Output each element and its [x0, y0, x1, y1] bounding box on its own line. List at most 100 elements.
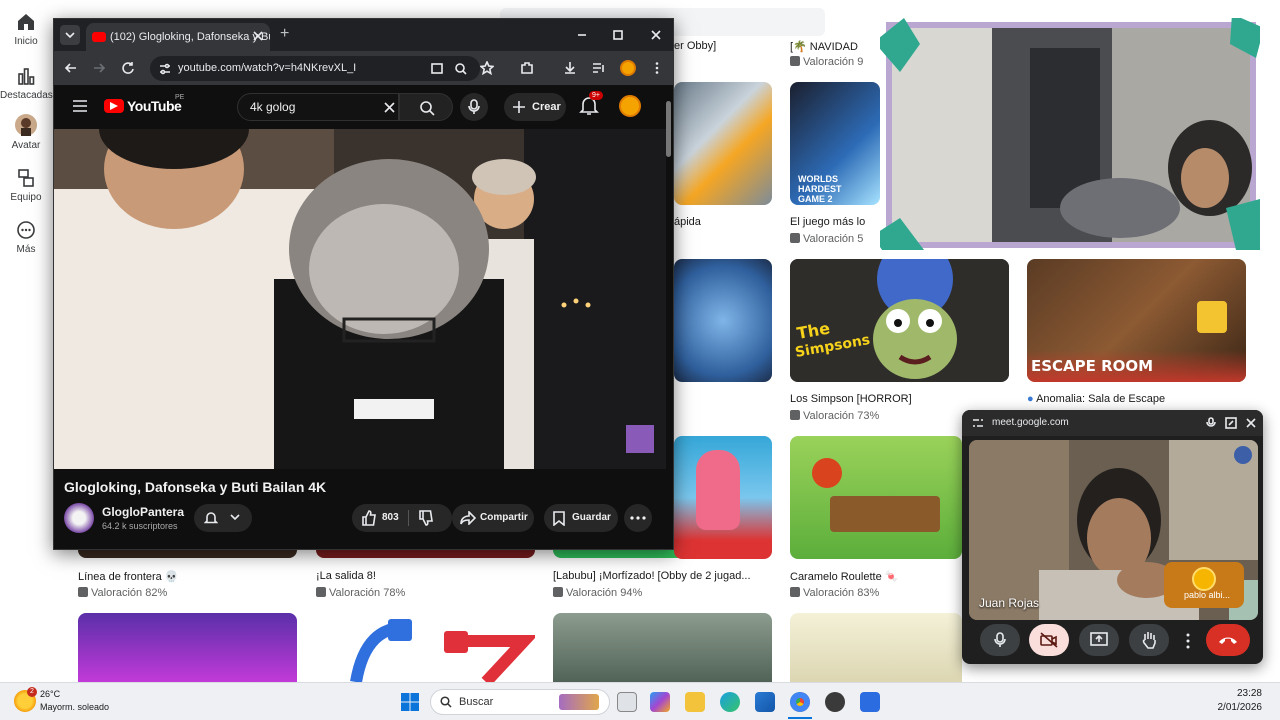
back-to-tab-icon[interactable] — [1225, 417, 1237, 429]
voice-search-button[interactable] — [460, 93, 488, 121]
maximize-icon[interactable] — [612, 29, 624, 41]
site-info-icon[interactable] — [158, 62, 172, 76]
sidebar-item-equipo[interactable]: Equipo — [0, 168, 52, 203]
hamburger-menu-icon[interactable] — [72, 99, 88, 113]
browser-tab[interactable]: (102) Glogloking, Dafonseka y Bu — [86, 23, 270, 51]
obs-icon[interactable] — [825, 692, 845, 712]
close-window-icon[interactable] — [650, 29, 662, 41]
task-view-icon[interactable] — [617, 692, 637, 712]
weather-condition[interactable]: Mayorm. soleado — [40, 702, 109, 712]
toggle-camera-button[interactable] — [1029, 624, 1069, 656]
youtube-header: YouTube PE 4k golog Crear 9+ — [54, 85, 673, 129]
youtube-search-input[interactable]: 4k golog — [237, 93, 399, 121]
camera-off-icon — [1040, 632, 1058, 648]
game-title: ● Anomalia: Sala de Escape — [1027, 393, 1166, 405]
participant-name: Juan Rojas — [979, 596, 1040, 610]
close-icon[interactable] — [1246, 418, 1256, 428]
windows-start-icon[interactable] — [400, 692, 420, 712]
sidebar-item-avatar[interactable]: Avatar — [0, 114, 52, 151]
sidebar-item-label: Equipo — [10, 192, 42, 203]
avatar-icon — [15, 114, 37, 136]
divider — [408, 510, 409, 526]
weather-temperature[interactable]: 26°C — [40, 689, 60, 699]
chevron-down-icon — [65, 32, 75, 39]
create-button[interactable]: Crear — [504, 93, 566, 121]
zoom-icon[interactable] — [454, 62, 468, 76]
youtube-favicon-icon — [92, 32, 106, 42]
game-title: ápida — [674, 216, 701, 228]
youtube-account-avatar[interactable] — [619, 95, 641, 117]
game-thumbnail[interactable] — [78, 613, 297, 682]
subscribe-bell-button[interactable] — [194, 504, 252, 532]
sidebar-item-destacadas[interactable]: Destacadas — [0, 66, 53, 101]
copilot-icon[interactable] — [650, 692, 670, 712]
youtube-search-button[interactable] — [399, 93, 453, 121]
reload-icon[interactable] — [121, 61, 135, 75]
browser-menu-icon[interactable] — [650, 61, 664, 75]
game-thumbnail[interactable]: ESCAPE ROOM — [1027, 259, 1246, 382]
file-explorer-icon[interactable] — [685, 692, 705, 712]
game-thumbnail[interactable] — [674, 259, 772, 382]
bookmark-star-icon[interactable] — [480, 61, 494, 75]
close-tab-icon[interactable] — [252, 30, 264, 42]
present-screen-button[interactable] — [1079, 624, 1119, 656]
edge-icon[interactable] — [720, 692, 740, 712]
game-thumbnail[interactable] — [316, 613, 535, 682]
game-thumbnail[interactable] — [674, 436, 772, 559]
more-horizontal-icon — [630, 516, 646, 520]
site-info-icon[interactable] — [972, 417, 984, 429]
thumbs-down-icon[interactable] — [418, 510, 434, 526]
search-icon — [420, 101, 435, 116]
game-thumbnail[interactable] — [553, 613, 772, 682]
back-icon[interactable] — [64, 61, 78, 75]
tab-search-button[interactable] — [60, 25, 80, 45]
end-call-button[interactable] — [1206, 624, 1250, 656]
home-icon — [18, 14, 34, 30]
media-control-icon[interactable] — [592, 61, 606, 75]
sidebar-item-inicio[interactable]: Inicio — [0, 12, 52, 47]
meet-participant-video: Juan Rojas pablo albi... — [969, 440, 1258, 620]
game-thumbnail[interactable]: The Simpsons — [790, 259, 1009, 382]
active-app-indicator — [788, 717, 812, 719]
minimize-icon[interactable] — [576, 29, 588, 41]
address-bar[interactable]: youtube.com/watch?v=h4NKrevXL_I — [150, 56, 480, 81]
channel-avatar[interactable] — [64, 503, 94, 533]
game-thumbnail[interactable] — [790, 613, 962, 682]
game-thumbnail[interactable]: WORLDS HARDEST GAME 2 — [790, 82, 880, 205]
share-button[interactable]: Compartir — [452, 504, 534, 532]
install-app-icon[interactable] — [430, 62, 444, 76]
toggle-mic-button[interactable] — [980, 624, 1020, 656]
notifications-button[interactable]: 9+ — [579, 91, 603, 122]
app-icon[interactable] — [860, 692, 880, 712]
store-icon[interactable] — [755, 692, 775, 712]
party-icon — [18, 169, 34, 187]
game-thumbnail[interactable] — [674, 82, 772, 205]
forward-icon[interactable] — [92, 61, 106, 75]
profile-avatar[interactable] — [620, 60, 636, 76]
share-icon — [460, 511, 476, 525]
clock-time[interactable]: 23:28 — [1237, 688, 1262, 699]
more-options-button[interactable] — [1180, 624, 1196, 656]
scrollbar-thumb[interactable] — [666, 101, 671, 157]
clock-date[interactable]: 2/01/2026 — [1218, 702, 1263, 713]
new-tab-button[interactable]: + — [280, 25, 289, 43]
chrome-icon[interactable] — [790, 692, 810, 712]
channel-name[interactable]: GlogloPantera — [102, 505, 184, 519]
sidebar-item-label: Inicio — [14, 36, 38, 47]
microphone-icon[interactable] — [1206, 417, 1216, 429]
extensions-icon[interactable] — [520, 61, 534, 75]
save-button[interactable]: Guardar — [544, 504, 618, 532]
video-player[interactable] — [54, 129, 666, 469]
game-thumbnail[interactable] — [790, 436, 962, 559]
raise-hand-button[interactable] — [1129, 624, 1169, 656]
clear-search-icon[interactable] — [384, 102, 395, 113]
like-button[interactable]: 803 — [352, 504, 408, 532]
self-view-tile[interactable]: pablo albi... — [1164, 562, 1244, 608]
like-dislike-group: 803 — [352, 504, 452, 532]
sidebar-item-mas[interactable]: Más — [0, 220, 52, 255]
taskbar-search[interactable]: Buscar — [430, 689, 610, 715]
more-actions-button[interactable] — [624, 504, 652, 532]
charts-icon — [18, 68, 35, 85]
download-icon[interactable] — [563, 61, 577, 75]
bell-icon — [204, 512, 218, 524]
